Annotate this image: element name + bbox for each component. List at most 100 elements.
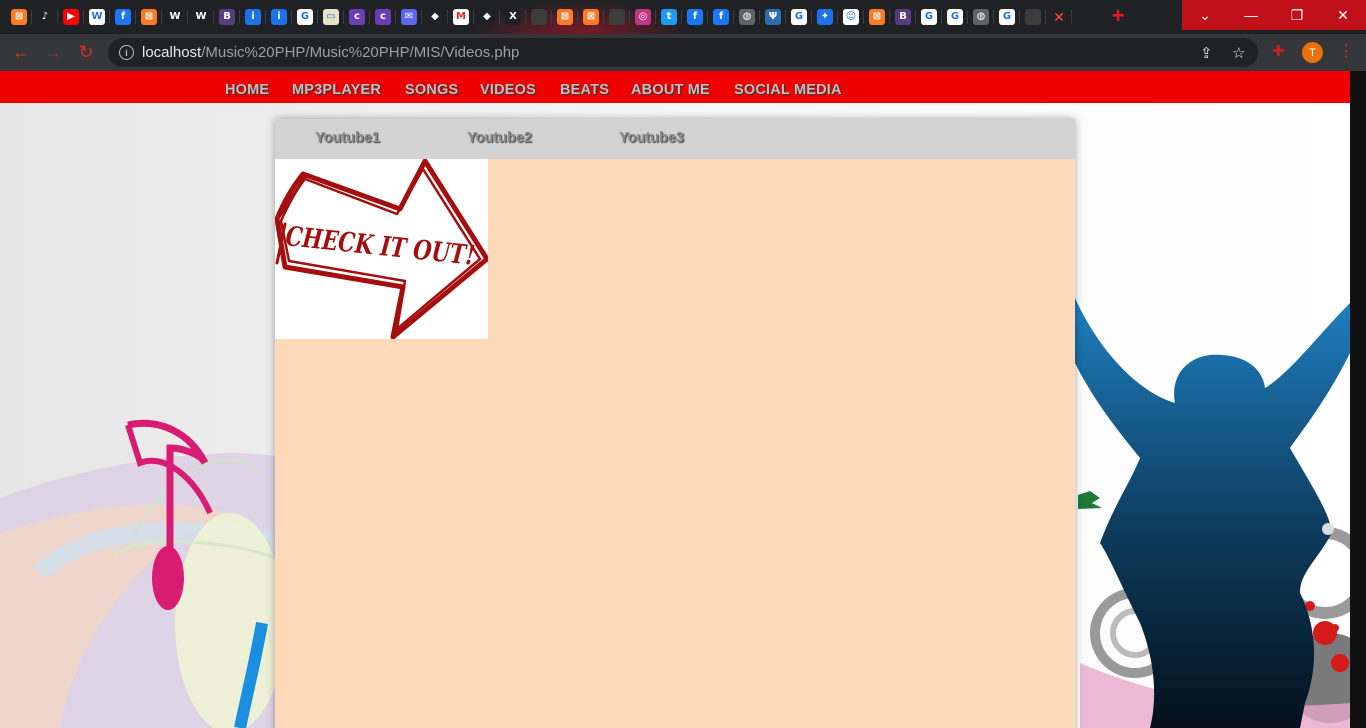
google-icon: G — [297, 9, 313, 25]
blank-tab-icon — [1025, 9, 1041, 25]
colorlib-icon: c — [349, 9, 365, 25]
blank-tab-icon — [531, 9, 547, 25]
browser-tab[interactable]: G — [942, 5, 968, 29]
browser-tab[interactable]: f — [708, 5, 734, 29]
browser-tab[interactable]: G — [994, 5, 1020, 29]
diamond-icon: ✦ — [817, 9, 833, 25]
profile-avatar[interactable]: T — [1302, 42, 1323, 63]
blank-tab-icon — [609, 9, 625, 25]
videos-content-panel: Youtube1 Youtube2 Youtube3 CHECK IT OUT! — [274, 119, 1075, 728]
nav-about-me[interactable]: ABOUT ME — [631, 82, 710, 98]
browser-tab[interactable]: f — [110, 5, 136, 29]
mail-icon: ✉ — [401, 9, 417, 25]
webflow-icon: W — [167, 9, 183, 25]
browser-tab[interactable]: B — [214, 5, 240, 29]
colorlib-icon: c — [375, 9, 391, 25]
browser-tab-strip: ⊠ ♪ ▶ Wf ⊠ W W Bi i G ▭ c c ✉ ◆ M ◆ X ⊠ ⊠ ◎ t f f ◍ Ψ G ✦ ☺ ⊠ B G G ◍ G ✕ +… — [0, 0, 1366, 34]
browser-tab[interactable]: ⊠ — [6, 5, 32, 29]
url-host: localhost — [142, 44, 202, 61]
info-icon: i — [271, 9, 287, 25]
nav-home[interactable]: HOME — [225, 82, 269, 98]
nav-songs[interactable]: SONGS — [405, 82, 458, 98]
browser-tab[interactable]: W — [162, 5, 188, 29]
browser-tab[interactable]: ⊠ — [136, 5, 162, 29]
xampp-icon: ⊠ — [869, 9, 885, 25]
browser-tab[interactable] — [526, 5, 552, 29]
browser-tab[interactable]: f — [682, 5, 708, 29]
music-app-icon: ♪ — [37, 9, 53, 25]
browser-tab[interactable] — [1020, 5, 1046, 29]
page-scrollbar[interactable] — [1350, 71, 1366, 728]
browser-tab[interactable]: ◍ — [734, 5, 760, 29]
xampp-icon: ⊠ — [557, 9, 573, 25]
browser-tab[interactable]: ◆ — [422, 5, 448, 29]
webflow-icon: W — [193, 9, 209, 25]
browser-tab[interactable]: ⊠ — [552, 5, 578, 29]
close-window-button[interactable]: ✕ — [1320, 0, 1366, 30]
tab-youtube3[interactable]: Youtube3 — [619, 130, 684, 146]
browser-tab[interactable]: ✉ — [396, 5, 422, 29]
nav-videos[interactable]: VIDEOS — [480, 82, 536, 98]
tab-search-button[interactable]: ⌄ — [1182, 0, 1228, 30]
browser-tab[interactable]: ◆ — [474, 5, 500, 29]
browser-menu-icon[interactable]: ⋮ — [1338, 42, 1354, 62]
browser-tab[interactable]: ◍ — [968, 5, 994, 29]
tab-youtube1[interactable]: Youtube1 — [315, 130, 380, 146]
close-tab-button[interactable]: ✕ — [1046, 5, 1072, 29]
hand-drawn-arrow-icon: CHECK IT OUT! — [274, 158, 490, 340]
browser-tab[interactable]: t — [656, 5, 682, 29]
browser-tab[interactable]: ⊠ — [578, 5, 604, 29]
browser-tab[interactable]: W — [84, 5, 110, 29]
info-icon: i — [245, 9, 261, 25]
new-tab-button[interactable]: + — [1105, 5, 1131, 29]
xampp-icon: ⊠ — [141, 9, 157, 25]
page-icon: ▭ — [323, 9, 339, 25]
google-icon: G — [947, 9, 963, 25]
close-icon: ✕ — [1053, 8, 1065, 25]
browser-tab[interactable]: M — [448, 5, 474, 29]
facebook-icon: f — [115, 9, 131, 25]
browser-tab[interactable]: ▶ — [58, 5, 84, 29]
nav-beats[interactable]: BEATS — [560, 82, 609, 98]
browser-tab[interactable]: i — [240, 5, 266, 29]
browser-tab[interactable]: G — [916, 5, 942, 29]
bootstrap-icon: B — [219, 9, 235, 25]
browser-tab[interactable]: ◎ — [630, 5, 656, 29]
wordpress-icon: W — [89, 9, 105, 25]
browser-tab[interactable]: B — [890, 5, 916, 29]
share-icon[interactable]: ⇪ — [1200, 38, 1213, 67]
browser-tab[interactable]: ♪ — [32, 5, 58, 29]
bookmark-star-icon[interactable]: ☆ — [1232, 38, 1245, 67]
back-arrow-icon[interactable]: ← — [10, 42, 32, 62]
google-icon: G — [921, 9, 937, 25]
stack-icon: ◆ — [427, 9, 443, 25]
reload-icon[interactable]: ↻ — [75, 42, 97, 62]
site-info-icon[interactable]: i — [119, 45, 134, 60]
browser-tab[interactable]: c — [370, 5, 396, 29]
minimize-button[interactable]: — — [1228, 0, 1274, 30]
browser-tab[interactable]: c — [344, 5, 370, 29]
twitter-icon: t — [661, 9, 677, 25]
facebook-icon: f — [687, 9, 703, 25]
browser-tab[interactable]: X — [500, 5, 526, 29]
browser-tab[interactable]: G — [786, 5, 812, 29]
browser-tab[interactable]: ⊠ — [864, 5, 890, 29]
forward-arrow-icon[interactable]: → — [42, 42, 64, 62]
browser-tab[interactable]: ▭ — [318, 5, 344, 29]
tab-list: ⊠ ♪ ▶ Wf ⊠ W W Bi i G ▭ c c ✉ ◆ M ◆ X ⊠ ⊠ ◎ t f f ◍ Ψ G ✦ ☺ ⊠ B G G ◍ G ✕ — [6, 5, 1072, 29]
nav-mp3player[interactable]: MP3PLAYER — [292, 82, 381, 98]
instagram-icon: ◎ — [635, 9, 651, 25]
browser-tab[interactable]: W — [188, 5, 214, 29]
nav-social-media[interactable]: SOCIAL MEDIA — [734, 82, 842, 98]
browser-tab[interactable] — [604, 5, 630, 29]
browser-tab[interactable]: Ψ — [760, 5, 786, 29]
restore-button[interactable]: ❐ — [1274, 0, 1320, 30]
browser-tab[interactable]: ✦ — [812, 5, 838, 29]
address-bar[interactable]: i localhost /Music%20PHP/Music%20PHP/MIS… — [108, 38, 1258, 67]
tab-youtube2[interactable]: Youtube2 — [467, 130, 532, 146]
browser-tab[interactable]: ☺ — [838, 5, 864, 29]
extension-puzzle-icon[interactable]: ✚ — [1272, 44, 1288, 60]
browser-tab[interactable]: G — [292, 5, 318, 29]
browser-tab[interactable]: i — [266, 5, 292, 29]
facebook-icon: f — [713, 9, 729, 25]
